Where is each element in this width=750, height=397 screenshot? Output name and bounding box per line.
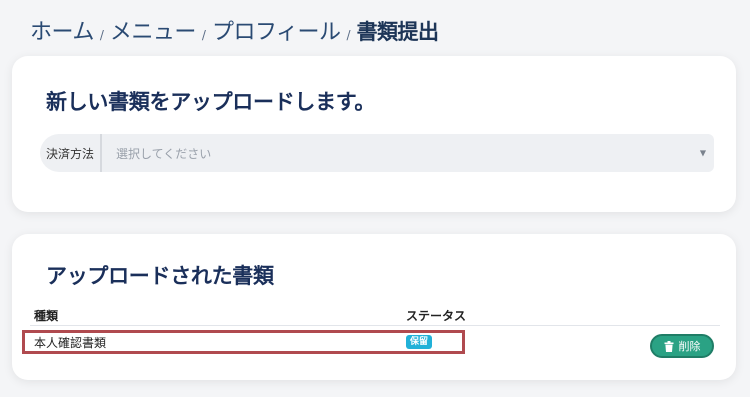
breadcrumb: ホーム / メニュー / プロフィール / 書類提出 bbox=[30, 14, 440, 46]
payment-method-field: 決済方法 選択してください ▼ bbox=[40, 134, 714, 172]
breadcrumb-separator: / bbox=[99, 28, 104, 42]
select-placeholder: 選択してください bbox=[116, 146, 212, 161]
upload-card-title: 新しい書類をアップロードします。 bbox=[46, 90, 376, 114]
breadcrumb-current: 書類提出 bbox=[356, 20, 440, 44]
uploaded-documents-title: アップロードされた書類 bbox=[46, 264, 274, 288]
breadcrumb-separator: / bbox=[201, 28, 206, 42]
delete-button-label: 削除 bbox=[678, 341, 701, 353]
breadcrumb-menu[interactable]: メニュー bbox=[110, 14, 197, 46]
upload-card: 新しい書類をアップロードします。 決済方法 選択してください ▼ bbox=[12, 56, 736, 212]
table-row: 本人確認書類 保留 削除 bbox=[22, 326, 720, 362]
document-type-cell: 本人確認書類 bbox=[34, 336, 107, 350]
breadcrumb-home[interactable]: ホーム bbox=[30, 14, 94, 46]
delete-button[interactable]: 削除 bbox=[650, 334, 714, 358]
uploaded-documents-card: アップロードされた書類 種類 ステータス 本人確認書類 保留 削除 bbox=[12, 234, 736, 380]
payment-method-label: 決済方法 bbox=[40, 134, 102, 172]
chevron-down-icon: ▼ bbox=[699, 148, 706, 158]
column-header-status: ステータス bbox=[406, 309, 467, 323]
documents-table: 種類 ステータス 本人確認書類 保留 削除 bbox=[22, 304, 720, 362]
status-badge: 保留 bbox=[406, 335, 433, 349]
column-header-type: 種類 bbox=[34, 309, 59, 323]
table-header: 種類 ステータス bbox=[30, 304, 720, 326]
trash-icon bbox=[664, 340, 673, 352]
breadcrumb-profile[interactable]: プロフィール bbox=[212, 14, 341, 46]
payment-method-select[interactable]: 選択してください ▼ bbox=[102, 134, 714, 172]
breadcrumb-separator: / bbox=[346, 28, 351, 42]
